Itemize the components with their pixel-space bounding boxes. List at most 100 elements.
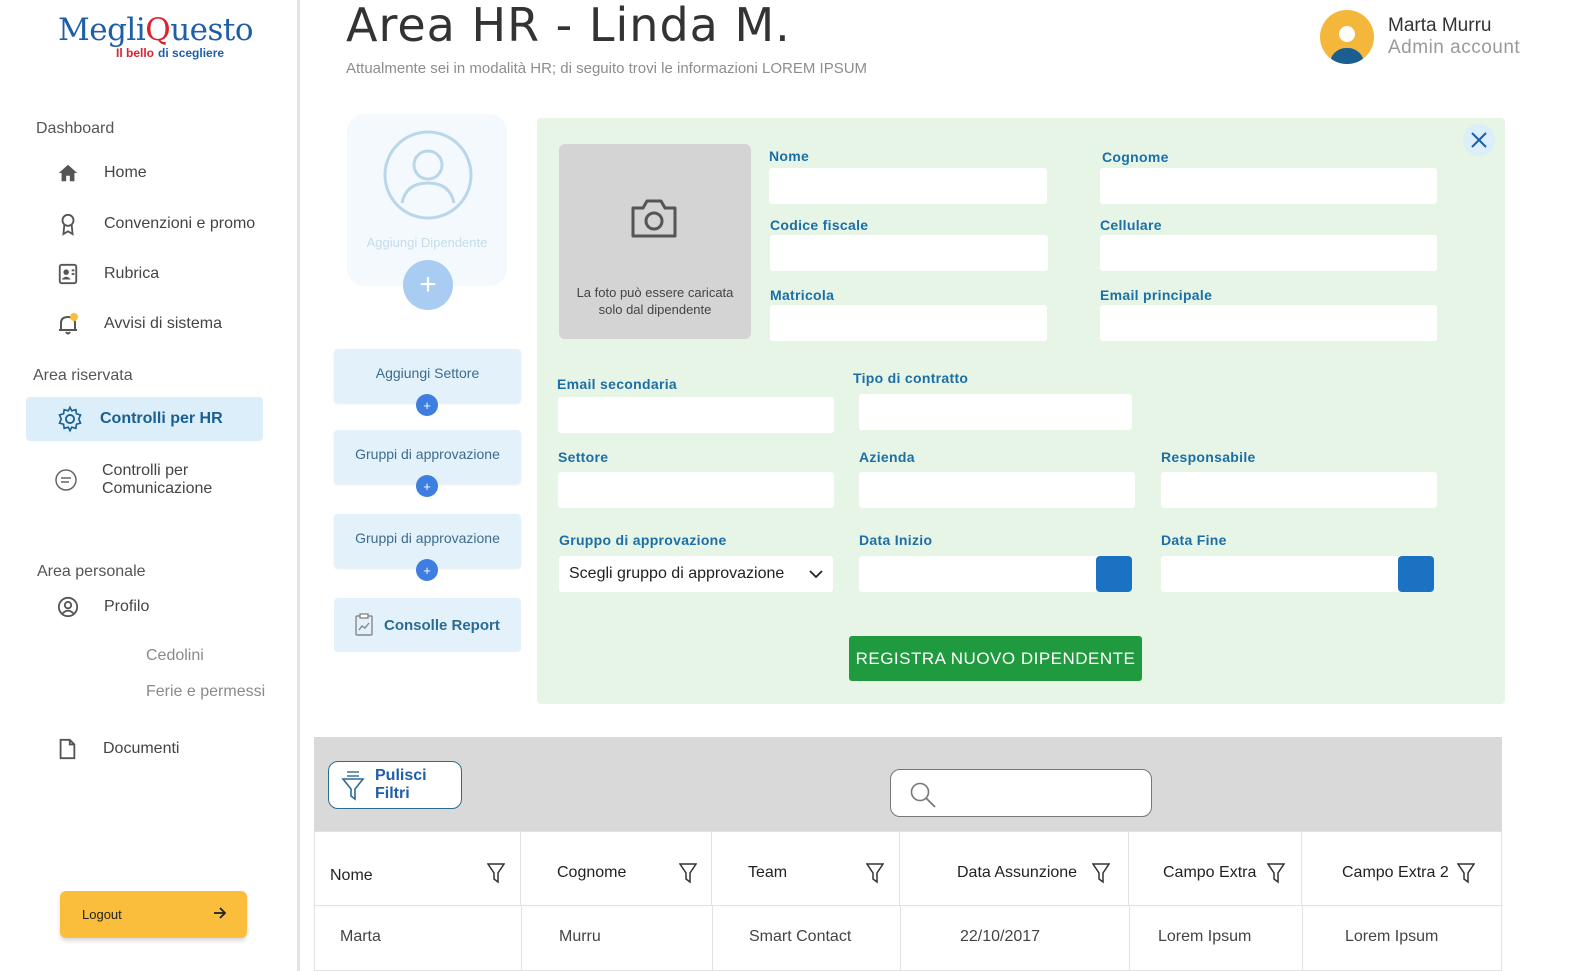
responsabile-input[interactable] bbox=[1161, 472, 1437, 508]
column-header-team[interactable]: Team bbox=[712, 832, 900, 906]
section-area-personale: Area personale bbox=[37, 563, 146, 580]
filter-icon[interactable] bbox=[1091, 862, 1111, 889]
codice-fiscale-input[interactable] bbox=[770, 235, 1048, 271]
approval-groups-card-2[interactable]: Gruppi di approvazione + bbox=[334, 514, 521, 581]
label-email-principale: Email principale bbox=[1100, 287, 1213, 303]
add-sector-plus-icon[interactable]: + bbox=[416, 394, 438, 416]
sidebar-item-profilo[interactable]: Profilo bbox=[56, 595, 149, 619]
award-icon bbox=[56, 212, 80, 236]
sidebar-subitem-cedolini[interactable]: Cedolini bbox=[146, 647, 204, 665]
sidebar-item-home[interactable]: Home bbox=[56, 161, 147, 185]
table-filter-bar: Pulisci Filtri bbox=[314, 737, 1502, 831]
photo-note: La foto può essere caricata solo dal dip… bbox=[576, 285, 734, 317]
sidebar-subitem-ferie[interactable]: Ferie e permessi bbox=[146, 683, 265, 701]
approval-group-select[interactable]: Scegli gruppo di approvazione bbox=[559, 556, 833, 592]
cell-data-assunzione: 22/10/2017 bbox=[960, 928, 1041, 945]
column-header-label: Nome bbox=[330, 867, 373, 884]
column-header-campo-extra-2[interactable]: Campo Extra 2 bbox=[1302, 832, 1503, 906]
sidebar-item-rubrica[interactable]: Rubrica bbox=[56, 262, 159, 286]
page-subtitle: Attualmente sei in modalità HR; di segui… bbox=[346, 60, 868, 77]
email-principale-input[interactable] bbox=[1100, 305, 1437, 341]
label-azienda: Azienda bbox=[859, 449, 915, 465]
label-cellulare: Cellulare bbox=[1100, 217, 1162, 233]
label-data-fine: Data Fine bbox=[1161, 532, 1227, 548]
add-employee-label: Aggiungi Dipendente bbox=[366, 235, 488, 250]
column-header-data-assunzione[interactable]: Data Assunzione bbox=[900, 832, 1129, 906]
data-fine-input[interactable] bbox=[1161, 556, 1431, 592]
label-responsabile: Responsabile bbox=[1161, 449, 1256, 465]
column-header-cognome[interactable]: Cognome bbox=[521, 832, 712, 906]
filter-icon[interactable] bbox=[1266, 862, 1286, 889]
calendar-button-inizio[interactable] bbox=[1096, 556, 1132, 592]
sidebar-item-controlli-comunicazione[interactable]: Controlli per Comunicazione bbox=[54, 462, 242, 498]
clear-filters-label: Pulisci Filtri bbox=[375, 767, 427, 802]
sidebar-item-controlli-hr[interactable]: Controlli per HR bbox=[26, 397, 263, 441]
approval-groups-card-1[interactable]: Gruppi di approvazione + bbox=[334, 430, 521, 497]
sidebar-item-label: Documenti bbox=[103, 740, 180, 757]
sidebar-item-label: Profilo bbox=[104, 598, 150, 615]
tipo-contratto-input[interactable] bbox=[859, 394, 1132, 430]
sidebar-item-label: Rubrica bbox=[104, 265, 160, 282]
page-title: Area HR - Linda M. bbox=[346, 0, 791, 52]
approval-group-selected-value: Scegli gruppo di approvazione bbox=[569, 565, 785, 582]
nome-input[interactable] bbox=[769, 168, 1047, 204]
add-employee-button[interactable]: + bbox=[403, 260, 453, 310]
arrow-right-icon bbox=[213, 907, 227, 922]
filter-icon[interactable] bbox=[865, 862, 885, 889]
avatar bbox=[1320, 10, 1374, 64]
filter-icon[interactable] bbox=[678, 862, 698, 889]
sidebar-item-label: Controlli per Comunicazione bbox=[102, 462, 213, 497]
section-dashboard: Dashboard bbox=[36, 120, 115, 137]
filter-icon[interactable] bbox=[486, 862, 506, 889]
sidebar-item-avvisi[interactable]: Avvisi di sistema bbox=[56, 312, 222, 336]
report-console-label: Consolle Report bbox=[384, 616, 500, 634]
column-header-nome[interactable]: Nome bbox=[315, 832, 521, 906]
chevron-down-icon bbox=[809, 569, 823, 579]
sidebar: MegliQuesto Il bello di scegliere Dashboa… bbox=[0, 0, 300, 971]
approval-groups-label: Gruppi di approvazione bbox=[355, 530, 500, 546]
clear-filters-button[interactable]: Pulisci Filtri bbox=[328, 761, 462, 809]
email-secondaria-input[interactable] bbox=[558, 397, 834, 433]
search-icon bbox=[909, 781, 937, 814]
add-employee-card[interactable]: Aggiungi Dipendente + bbox=[347, 114, 507, 310]
user-name: Marta Murru bbox=[1388, 15, 1492, 36]
approval-groups-plus-icon[interactable]: + bbox=[416, 475, 438, 497]
column-header-label: Campo Extra 2 bbox=[1342, 864, 1449, 881]
column-header-campo-extra[interactable]: Campo Extra bbox=[1129, 832, 1302, 906]
cell-campo-extra: Lorem Ipsum bbox=[1158, 928, 1252, 945]
approval-groups-plus-icon[interactable]: + bbox=[416, 559, 438, 581]
label-cognome: Cognome bbox=[1102, 149, 1169, 165]
photo-upload-area: La foto può essere caricata solo dal dip… bbox=[559, 144, 751, 339]
cell-cognome: Murru bbox=[559, 928, 601, 945]
contact-card-icon bbox=[56, 262, 80, 286]
cell-campo-extra-2: Lorem Ipsum bbox=[1345, 928, 1439, 945]
cell-team: Smart Contact bbox=[749, 928, 852, 945]
matricola-input[interactable] bbox=[770, 305, 1047, 341]
logout-label: Logout bbox=[82, 907, 122, 922]
search-input[interactable] bbox=[890, 769, 1152, 817]
home-icon bbox=[56, 161, 80, 185]
sidebar-item-documenti[interactable]: Documenti bbox=[55, 737, 179, 761]
sidebar-item-convenzioni[interactable]: Convenzioni e promo bbox=[56, 212, 255, 236]
register-employee-button[interactable]: REGISTRA NUOVO DIPENDENTE bbox=[849, 636, 1142, 681]
settore-input[interactable] bbox=[558, 472, 834, 508]
add-sector-card[interactable]: Aggiungi Settore + bbox=[334, 349, 521, 416]
user-placeholder-icon bbox=[382, 129, 474, 226]
employees-table: Nome Cognome Team Data Assunzione Campo … bbox=[314, 831, 1503, 971]
logout-button[interactable]: Logout bbox=[60, 891, 247, 938]
label-tipo-contratto: Tipo di contratto bbox=[853, 370, 969, 386]
filter-icon[interactable] bbox=[1456, 862, 1476, 889]
report-console-button[interactable]: Consolle Report bbox=[334, 598, 521, 652]
cognome-input[interactable] bbox=[1100, 168, 1437, 204]
sidebar-item-label: Controlli per HR bbox=[100, 410, 223, 427]
cellulare-input[interactable] bbox=[1100, 235, 1437, 271]
label-codice-fiscale: Codice fiscale bbox=[770, 217, 869, 233]
document-icon bbox=[55, 737, 79, 761]
user-profile[interactable]: Marta Murru Admin account bbox=[1320, 10, 1520, 64]
calendar-button-fine[interactable] bbox=[1398, 556, 1434, 592]
label-settore: Settore bbox=[558, 449, 609, 465]
data-inizio-input[interactable] bbox=[859, 556, 1129, 592]
azienda-input[interactable] bbox=[859, 472, 1135, 508]
close-form-button[interactable] bbox=[1463, 124, 1495, 156]
app-logo[interactable]: MegliQuesto Il bello di scegliere bbox=[58, 8, 258, 68]
